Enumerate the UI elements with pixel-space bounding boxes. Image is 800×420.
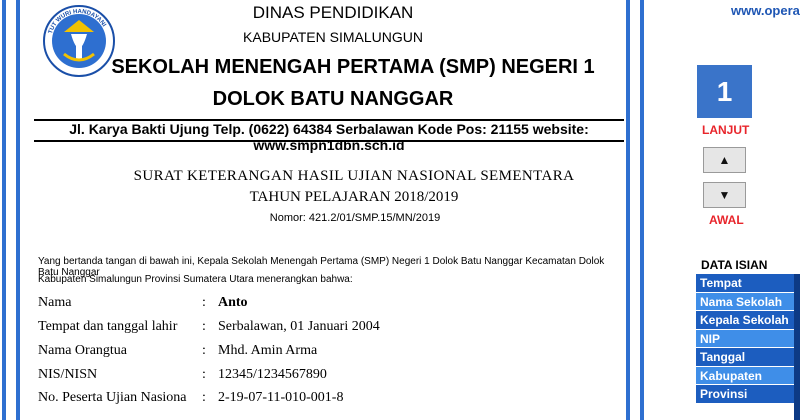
field-separator: :	[202, 367, 206, 382]
field-row-birth: Tempat dan tanggal lahir : Serbalawan, 0…	[38, 319, 608, 339]
data-item-kabupaten[interactable]: Kabupaten	[696, 366, 800, 385]
field-label: No. Peserta Ujian Nasiona	[38, 390, 187, 405]
first-label: AWAL	[709, 213, 744, 227]
field-separator: :	[202, 319, 206, 334]
data-item-nip[interactable]: NIP	[696, 329, 800, 348]
header-divider-bottom	[34, 140, 624, 142]
certificate-document: TUT WURI HANDAYANI DINAS PENDIDIKAN KABU…	[24, 0, 624, 420]
data-item-nama-sekolah[interactable]: Nama Sekolah	[696, 292, 800, 311]
data-item-tanggal[interactable]: Tanggal	[696, 348, 800, 367]
next-label: LANJUT	[702, 123, 750, 137]
academic-year: TAHUN PELAJARAN 2018/2019	[249, 189, 459, 205]
field-row-parent: Nama Orangtua : Mhd. Amin Arma	[38, 343, 608, 363]
certificate-number: Nomor: 421.2/01/SMP.15/MN/2019	[269, 212, 441, 224]
field-label: Tempat dan tanggal lahir	[38, 319, 178, 334]
field-value: Serbalawan, 01 Januari 2004	[218, 319, 380, 334]
increment-button[interactable]: ▲	[703, 147, 746, 173]
data-item-tempat[interactable]: Tempat	[696, 274, 800, 293]
field-value: 12345/1234567890	[218, 367, 327, 382]
data-item-kepala-sekolah[interactable]: Kepala Sekolah	[696, 311, 800, 330]
school-name: SEKOLAH MENENGAH PERTAMA (SMP) NEGERI 1	[111, 56, 595, 78]
triangle-up-icon: ▲	[718, 153, 731, 167]
field-value: Mhd. Amin Arma	[218, 343, 318, 358]
field-row-name: Nama : Anto	[38, 295, 608, 315]
field-label: Nama Orangtua	[38, 343, 128, 358]
website-link[interactable]: www.operat	[731, 3, 800, 18]
field-row-nis: NIS/NISN : 12345/1234567890	[38, 367, 608, 387]
school-location: DOLOK BATU NANGGAR	[212, 88, 454, 110]
certificate-title: SURAT KETERANGAN HASIL UJIAN NASIONAL SE…	[133, 168, 575, 184]
field-row-exam-number: No. Peserta Ujian Nasiona : 2-19-07-11-0…	[38, 390, 608, 410]
agency-name: DINAS PENDIDIKAN	[252, 3, 414, 22]
record-number-display: 1	[697, 65, 752, 118]
school-address: Jl. Karya Bakti Ujung Telp. (0622) 64384…	[69, 121, 589, 153]
field-separator: :	[202, 390, 206, 405]
list-edge	[794, 274, 800, 420]
decrement-button[interactable]: ▼	[703, 182, 746, 208]
regency-name: KABUPATEN SIMALUNGUN	[243, 29, 423, 45]
field-value: Anto	[218, 295, 248, 310]
triangle-down-icon: ▼	[718, 188, 731, 202]
field-label: NIS/NISN	[38, 367, 98, 382]
data-item-provinsi[interactable]: Provinsi	[696, 385, 800, 404]
data-input-title: DATA ISIAN	[701, 258, 768, 272]
field-label: Nama	[38, 295, 72, 310]
field-separator: :	[202, 295, 206, 310]
decorative-border-left	[0, 0, 22, 420]
field-separator: :	[202, 343, 206, 358]
intro-text-line2: Kabupaten Simalungun Provinsi Sumatera U…	[38, 274, 353, 285]
data-input-list: Tempat Nama Sekolah Kepala Sekolah NIP T…	[696, 274, 800, 404]
field-value: 2-19-07-11-010-001-8	[218, 390, 344, 405]
